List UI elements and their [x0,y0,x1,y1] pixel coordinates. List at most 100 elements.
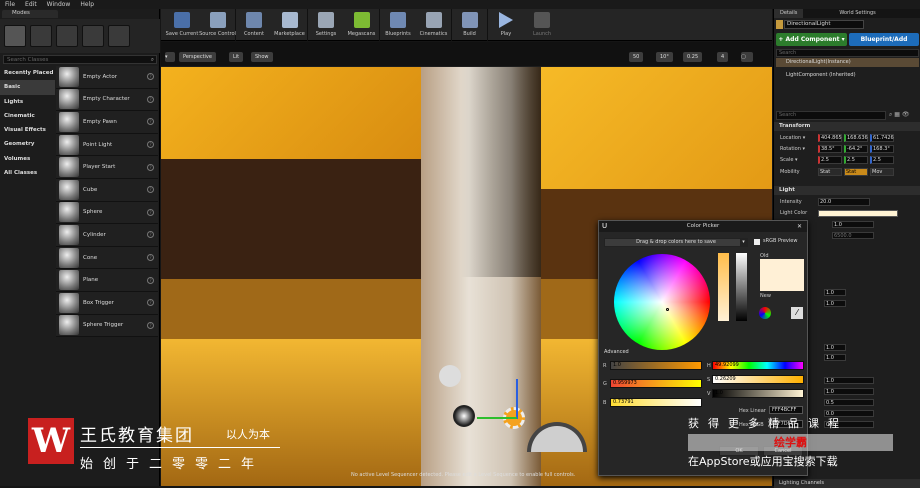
color-wheel[interactable] [614,254,710,350]
color-picker-title[interactable]: Color Picker [599,221,807,232]
geometry-mode-icon[interactable] [108,25,130,47]
blueprints-button[interactable]: Blueprints [380,9,416,41]
value-slider[interactable]: 1.0 [712,389,804,398]
saturation-slider[interactable]: 0.26209 [712,375,804,384]
maximize-viewport-icon[interactable]: ▢ [741,52,753,62]
green-slider[interactable]: 0.959973 [610,379,702,388]
sky-light-icon[interactable] [439,365,461,387]
category-cinematic[interactable]: Cinematic [0,109,55,123]
foliage-mode-icon[interactable] [82,25,104,47]
modes-tab[interactable]: Modes [2,10,58,18]
gizmo-y-axis[interactable] [477,417,517,419]
view-options-icon[interactable]: ⌕ ▦ 👁 [889,111,919,120]
category-lights[interactable]: Lights [0,95,55,109]
saturation-bar[interactable] [718,253,729,321]
transform-section-header[interactable]: Transform [774,122,920,131]
settings-button[interactable]: Settings [308,9,344,41]
tab-world-settings[interactable]: World Settings [833,9,881,18]
grid-snap-value[interactable]: 50 [629,52,644,62]
help-icon[interactable]: ? [147,208,154,216]
red-slider[interactable]: 1.0 [610,361,702,370]
viewport-options-icon[interactable]: ▾ [165,52,175,62]
category-volumes[interactable]: Volumes [0,152,55,166]
category-recently-placed[interactable]: Recently Placed [0,66,55,80]
help-icon[interactable]: ? [147,186,154,194]
property-value[interactable]: 1.0 [824,354,846,361]
blue-slider[interactable]: 0.73791 [610,398,702,407]
lit-button[interactable]: Lit [229,52,244,62]
list-item[interactable]: Empty Pawn? [56,111,158,134]
help-icon[interactable]: ? [147,118,154,126]
cinematics-button[interactable]: Cinematics [416,9,452,41]
search-classes-input[interactable]: Search Classes ⌕ [3,55,157,64]
property-value[interactable]: 6500.0 [832,232,874,239]
sphere-reflection-icon[interactable] [453,405,475,427]
help-icon[interactable]: ? [147,231,154,239]
help-icon[interactable]: ? [147,276,154,284]
eyedropper-icon[interactable]: ⁄ [791,307,803,319]
menu-window[interactable]: Window [47,1,71,8]
category-geometry[interactable]: Geometry [0,137,55,151]
property-value[interactable]: 1.0 [824,344,846,351]
list-item[interactable]: Plane? [56,269,158,292]
help-icon[interactable]: ? [147,299,154,307]
property-value[interactable]: 1.0 [824,300,846,307]
list-item[interactable]: Box Trigger? [56,291,158,315]
help-icon[interactable]: ? [147,73,154,81]
help-icon[interactable]: ? [147,321,154,329]
hue-slider[interactable]: 49.92099 [712,361,804,370]
mobility-static-button[interactable]: Stat [818,168,842,177]
color-wheel-mode-icon[interactable] [759,307,771,319]
advanced-section-header[interactable]: Advanced [604,349,629,355]
launch-button[interactable]: Launch [524,9,560,41]
list-item[interactable]: Empty Actor? [56,66,158,89]
property-value[interactable]: 1.0 [824,388,874,395]
marketplace-button[interactable]: Marketplace [272,9,308,41]
help-icon[interactable]: ? [147,163,154,171]
show-button[interactable]: Show [251,52,273,62]
place-mode-icon[interactable] [4,25,26,47]
blueprint-add-button[interactable]: Blueprint/Add [849,33,919,46]
component-item-directional-light[interactable]: DirectionalLight(Instance) [776,58,919,67]
component-item-light-component[interactable]: LightComponent (Inherited) [776,71,919,80]
srgb-checkbox[interactable] [754,239,760,245]
color-themes-dropdown[interactable]: Drag & drop colors here to save [604,238,748,247]
menu-edit[interactable]: Edit [25,1,37,8]
property-value[interactable]: 0.5 [824,399,874,406]
megascans-button[interactable]: Megascans [344,9,380,41]
list-item[interactable]: Player Start? [56,156,158,179]
tab-details[interactable]: Details [774,9,804,18]
source-control-button[interactable]: Source Control [199,9,236,41]
category-all-classes[interactable]: All Classes [0,166,55,180]
help-icon[interactable]: ? [147,95,154,103]
list-item[interactable]: Sphere Trigger? [56,314,158,338]
help-icon[interactable]: ? [147,141,154,149]
list-item[interactable]: Cube? [56,178,158,202]
list-item[interactable]: Point Light? [56,133,158,157]
build-button[interactable]: Build [452,9,488,41]
perspective-button[interactable]: Perspective [179,52,216,62]
property-value[interactable]: 1.0 [824,377,874,384]
content-button[interactable]: Content [236,9,272,41]
category-basic[interactable]: Basic [0,80,55,95]
camera-speed-value[interactable]: 4 [717,52,729,62]
mobility-stationary-button[interactable]: Stat [844,168,868,177]
gizmo-z-axis[interactable] [516,379,518,419]
scale-snap-value[interactable]: 0.25 [683,52,703,62]
list-item[interactable]: Cone? [56,246,158,270]
play-button[interactable]: Play [488,9,524,41]
save-current-button[interactable]: Save Current [164,9,200,41]
mobility-movable-button[interactable]: Mov [870,168,894,177]
light-color-swatch[interactable] [818,209,898,217]
menu-help[interactable]: Help [80,1,94,8]
category-visual-effects[interactable]: Visual Effects [0,123,55,137]
landscape-mode-icon[interactable] [56,25,78,47]
rotation-snap-value[interactable]: 10° [656,52,673,62]
hex-linear-input[interactable]: FFF4BCFF [769,406,803,414]
list-item[interactable]: Empty Character? [56,88,158,112]
paint-mode-icon[interactable] [30,25,52,47]
property-search-input[interactable]: Search [776,111,886,120]
light-section-header[interactable]: Light [774,186,920,195]
color-wheel-selector[interactable] [666,308,669,311]
menu-file[interactable]: File [5,1,15,8]
